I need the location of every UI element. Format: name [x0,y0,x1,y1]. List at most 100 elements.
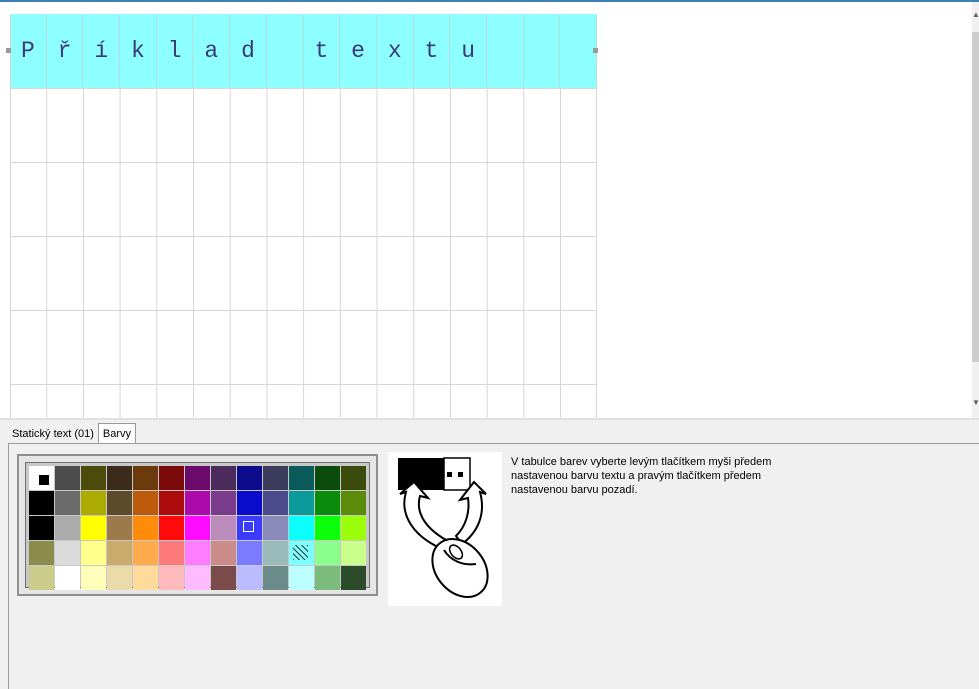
tab-static-text[interactable]: Statický text (01) [8,424,98,444]
mouse-hand-icon [398,457,489,598]
char-cell[interactable]: a [193,14,231,88]
help-line: V tabulce barev vyberte levým tlačítkem … [511,456,772,468]
char-cell[interactable] [560,14,597,88]
color-swatch[interactable] [341,566,366,590]
mouse-instruction-illustration [388,452,502,606]
resize-handle-right[interactable] [593,48,598,53]
color-swatch[interactable] [211,491,236,515]
vertical-scrollbar[interactable]: ▲ ▼ [972,2,979,418]
color-swatch[interactable] [159,541,184,565]
color-swatch[interactable] [341,516,366,540]
color-swatch[interactable] [289,466,314,490]
color-swatch[interactable] [185,516,210,540]
color-swatch[interactable] [185,541,210,565]
color-swatch[interactable] [55,491,80,515]
color-swatch[interactable] [159,466,184,490]
color-swatch[interactable] [315,516,340,540]
tab-underline [8,443,979,444]
scroll-down-arrow-icon[interactable]: ▼ [972,398,979,408]
color-swatch[interactable] [289,516,314,540]
char-cell[interactable]: x [377,14,414,88]
color-swatch[interactable] [237,541,262,565]
char-cell[interactable] [267,14,304,88]
color-swatch[interactable] [237,516,262,540]
color-swatch[interactable] [29,466,54,490]
color-swatch[interactable] [55,566,80,590]
color-swatch[interactable] [341,466,366,490]
color-swatch[interactable] [185,466,210,490]
color-swatch[interactable] [81,566,106,590]
resize-handle-left[interactable] [6,48,11,53]
transparent-color-marker-icon [293,545,308,560]
color-swatch[interactable] [107,466,132,490]
color-swatch[interactable] [341,491,366,515]
char-cell[interactable]: e [340,14,377,88]
color-swatch[interactable] [211,516,236,540]
color-swatch[interactable] [81,491,106,515]
color-swatch[interactable] [289,491,314,515]
color-swatch[interactable] [185,491,210,515]
color-swatch[interactable] [107,516,132,540]
char-cell[interactable] [487,14,524,88]
color-swatch[interactable] [81,541,106,565]
char-cell[interactable]: P [10,14,47,88]
left-gutter [0,2,10,418]
color-swatch[interactable] [29,491,54,515]
color-swatch[interactable] [263,466,288,490]
color-swatch[interactable] [107,541,132,565]
text-row[interactable]: P ř í k l a d t e x t u [10,14,597,88]
color-swatch[interactable] [107,566,132,590]
character-grid[interactable]: P ř í k l a d t e x t u [6,14,598,418]
color-swatch[interactable] [133,541,158,565]
color-swatch[interactable] [159,516,184,540]
color-swatch[interactable] [211,541,236,565]
color-swatch[interactable] [315,466,340,490]
char-cell[interactable]: d [230,14,267,88]
char-cell[interactable]: í [83,14,121,88]
color-swatch[interactable] [237,491,262,515]
scroll-up-arrow-icon[interactable]: ▲ [972,10,979,20]
color-swatch[interactable] [133,466,158,490]
color-swatch[interactable] [289,541,314,565]
color-swatch[interactable] [159,566,184,590]
color-swatch[interactable] [55,466,80,490]
color-swatch[interactable] [81,466,106,490]
panel-splitter[interactable] [0,418,979,420]
color-swatch[interactable] [263,541,288,565]
color-swatch[interactable] [237,566,262,590]
color-swatch[interactable] [263,566,288,590]
char-cell[interactable] [524,14,561,88]
tab-colors[interactable]: Barvy [97,423,137,444]
color-swatch[interactable] [315,566,340,590]
color-swatch[interactable] [133,516,158,540]
color-swatch[interactable] [133,566,158,590]
color-swatch[interactable] [211,566,236,590]
char-cell[interactable]: l [157,14,194,88]
color-swatch[interactable] [55,516,80,540]
color-swatch[interactable] [107,491,132,515]
scroll-thumb[interactable] [972,32,979,362]
color-palette[interactable] [29,466,366,590]
color-swatch[interactable] [81,516,106,540]
color-swatch[interactable] [159,491,184,515]
char-cell[interactable]: t [414,14,451,88]
color-swatch[interactable] [29,541,54,565]
color-swatch[interactable] [315,491,340,515]
color-swatch[interactable] [211,466,236,490]
color-swatch[interactable] [315,541,340,565]
char-cell[interactable]: u [450,14,487,88]
color-swatch[interactable] [263,491,288,515]
char-cell[interactable]: ř [47,14,84,88]
color-swatch[interactable] [29,566,54,590]
color-swatch[interactable] [185,566,210,590]
color-swatch[interactable] [29,516,54,540]
color-swatch[interactable] [289,566,314,590]
color-swatch[interactable] [341,541,366,565]
color-swatch[interactable] [263,516,288,540]
color-swatch[interactable] [55,541,80,565]
color-swatch[interactable] [237,466,262,490]
color-swatch[interactable] [133,491,158,515]
char-cell[interactable]: t [304,14,341,88]
tab-bar: Statický text (01) Barvy [8,422,137,444]
char-cell[interactable]: k [120,14,157,88]
